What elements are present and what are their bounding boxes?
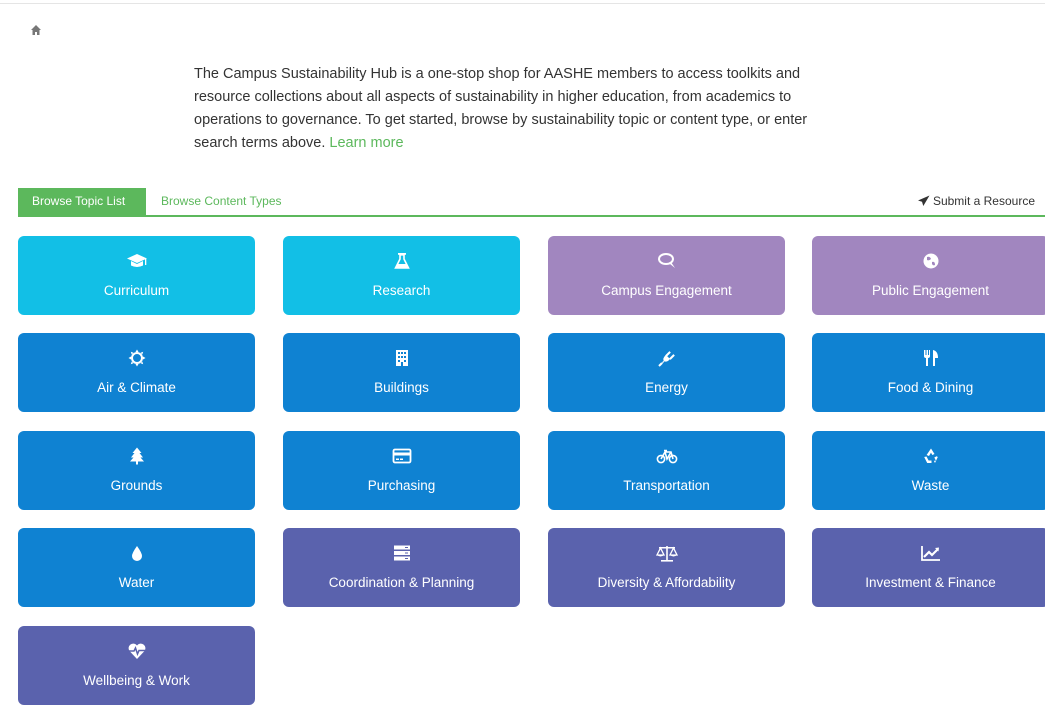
graduation-cap-icon xyxy=(18,252,255,270)
topic-tile-investment-and-finance[interactable]: Investment & Finance xyxy=(812,528,1045,607)
submit-resource-label: Submit a Resource xyxy=(932,194,1035,208)
topic-tile-energy[interactable]: Energy xyxy=(548,333,785,412)
intro-text: The Campus Sustainability Hub is a one-s… xyxy=(194,66,808,151)
topic-tile-label: Water xyxy=(118,575,155,590)
water-drop-icon xyxy=(18,544,255,562)
tree-icon xyxy=(18,447,255,465)
building-icon xyxy=(283,349,520,367)
top-divider xyxy=(0,0,1045,4)
topic-tile-air-and-climate[interactable]: Air & Climate xyxy=(18,333,255,412)
bicycle-icon xyxy=(548,447,785,465)
topic-tile-public-engagement[interactable]: Public Engagement xyxy=(812,236,1045,315)
topic-tile-label: Buildings xyxy=(374,380,429,395)
topic-tile-campus-engagement[interactable]: Campus Engagement xyxy=(548,236,785,315)
flask-icon xyxy=(283,252,520,270)
topic-tile-curriculum[interactable]: Curriculum xyxy=(18,236,255,315)
topic-tile-label: Transportation xyxy=(623,478,710,493)
topic-tile-buildings[interactable]: Buildings xyxy=(283,333,520,412)
plug-icon xyxy=(548,349,785,367)
topic-tile-waste[interactable]: Waste xyxy=(812,431,1045,510)
home-icon[interactable] xyxy=(30,23,42,35)
topic-tile-research[interactable]: Research xyxy=(283,236,520,315)
topic-tile-label: Coordination & Planning xyxy=(328,575,475,590)
topic-tile-label: Investment & Finance xyxy=(865,575,996,590)
submit-resource-link[interactable]: Submit a Resource xyxy=(917,188,1035,215)
topic-tile-label: Purchasing xyxy=(367,478,436,493)
browse-tabs: Browse Topic List Browse Content Types S… xyxy=(18,188,1045,217)
topic-tile-label: Waste xyxy=(911,478,950,493)
line-chart-icon xyxy=(812,544,1045,562)
topic-tile-label: Curriculum xyxy=(103,283,170,298)
topic-tile-label: Food & Dining xyxy=(887,380,974,395)
chat-bubble-icon xyxy=(548,252,785,270)
recycle-icon xyxy=(812,447,1045,465)
heartbeat-icon xyxy=(18,642,255,660)
credit-card-icon xyxy=(283,447,520,465)
tab-browse-content-types[interactable]: Browse Content Types xyxy=(161,188,282,215)
topic-tile-purchasing[interactable]: Purchasing xyxy=(283,431,520,510)
globe-icon xyxy=(812,252,1045,270)
sun-icon xyxy=(18,349,255,367)
rocket-icon xyxy=(917,195,930,206)
topic-tile-water[interactable]: Water xyxy=(18,528,255,607)
topic-tile-label: Grounds xyxy=(110,478,163,493)
topic-tile-label: Campus Engagement xyxy=(601,283,732,298)
topic-tile-label: Research xyxy=(372,283,431,298)
intro-paragraph: The Campus Sustainability Hub is a one-s… xyxy=(194,63,854,155)
balance-scale-icon xyxy=(548,544,785,562)
topic-tile-grounds[interactable]: Grounds xyxy=(18,431,255,510)
topic-tile-coordination-and-planning[interactable]: Coordination & Planning xyxy=(283,528,520,607)
topic-tile-label: Public Engagement xyxy=(871,283,990,298)
topic-tile-label: Diversity & Affordability xyxy=(597,575,736,590)
tab-browse-topic-list[interactable]: Browse Topic List xyxy=(18,188,146,215)
topic-tile-label: Air & Climate xyxy=(97,380,176,395)
topic-tile-food-and-dining[interactable]: Food & Dining xyxy=(812,333,1045,412)
topic-tile-wellbeing-and-work[interactable]: Wellbeing & Work xyxy=(18,626,255,705)
learn-more-link[interactable]: Learn more xyxy=(329,135,403,151)
topic-tile-transportation[interactable]: Transportation xyxy=(548,431,785,510)
cutlery-icon xyxy=(812,349,1045,367)
topic-tile-diversity-and-affordability[interactable]: Diversity & Affordability xyxy=(548,528,785,607)
topic-tile-label: Energy xyxy=(645,380,688,395)
server-icon xyxy=(283,544,520,562)
